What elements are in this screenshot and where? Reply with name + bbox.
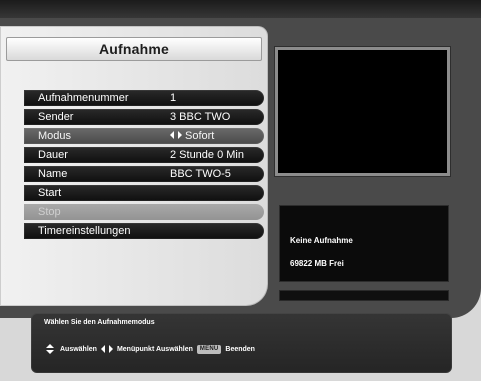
preview-window xyxy=(275,47,450,176)
menu-badge-icon: MENU xyxy=(196,344,222,354)
mode-value: Sofort xyxy=(185,130,215,142)
menu-row-duration[interactable]: Dauer 2 Stunde 0 Min xyxy=(24,147,264,163)
recording-status-text: Keine Aufnahme xyxy=(290,236,353,245)
left-right-arrows-icon xyxy=(170,130,182,140)
top-bar xyxy=(0,0,481,20)
menu-row-name[interactable]: Name BBC TWO-5 xyxy=(24,166,264,182)
up-down-arrows-icon xyxy=(44,344,56,354)
menu-row-label: Modus xyxy=(38,130,72,142)
menu-row-label: Stop xyxy=(38,206,61,218)
page-title: Aufnahme xyxy=(6,37,262,61)
menu-row-label: Sender xyxy=(38,111,74,123)
page-title-text: Aufnahme xyxy=(98,41,170,57)
recording-status-panel: Keine Aufnahme 69822 MB Frei xyxy=(279,205,449,282)
legend-menu-select: Menüpunkt Auswählen xyxy=(116,345,193,353)
menu-row-label: Timereinstellungen xyxy=(38,225,131,237)
help-legend: Auswählen Menüpunkt Auswählen MENU Beend… xyxy=(44,344,255,354)
menu-row-value: 1 xyxy=(170,92,177,104)
recording-menu: Aufnahmenummer 1 Sender 3 BBC TWO Modus … xyxy=(24,90,264,242)
menu-row-mode[interactable]: Modus Sofort xyxy=(24,128,264,144)
left-right-arrows-icon xyxy=(100,344,113,354)
menu-row-value: 3 BBC TWO xyxy=(170,111,231,123)
menu-row-label: Start xyxy=(38,187,62,199)
menu-row-channel[interactable]: Sender 3 BBC TWO xyxy=(24,109,264,125)
menu-row-timer-settings[interactable]: Timereinstellungen xyxy=(24,223,264,239)
status-bar xyxy=(279,290,449,301)
menu-row-label: Aufnahmenummer xyxy=(38,92,129,104)
menu-row-value: Sofort xyxy=(170,130,264,142)
free-space-text: 69822 MB Frei xyxy=(290,259,344,268)
legend-exit: Beenden xyxy=(225,345,255,353)
menu-row-start[interactable]: Start xyxy=(24,185,264,201)
recording-screen: Aufnahme Aufnahmenummer 1 Sender 3 BBC T… xyxy=(0,0,481,381)
legend-select: Auswählen xyxy=(60,345,97,353)
menu-row-stop[interactable]: Stop xyxy=(24,204,264,220)
menu-row-recording-number[interactable]: Aufnahmenummer 1 xyxy=(24,90,264,106)
menu-row-value: 2 Stunde 0 Min xyxy=(170,149,244,161)
help-message: Wählen Sie den Aufnahmemodus xyxy=(44,319,155,326)
menu-row-value: BBC TWO-5 xyxy=(170,168,231,180)
menu-row-label: Name xyxy=(38,168,68,180)
menu-row-label: Dauer xyxy=(38,149,68,161)
